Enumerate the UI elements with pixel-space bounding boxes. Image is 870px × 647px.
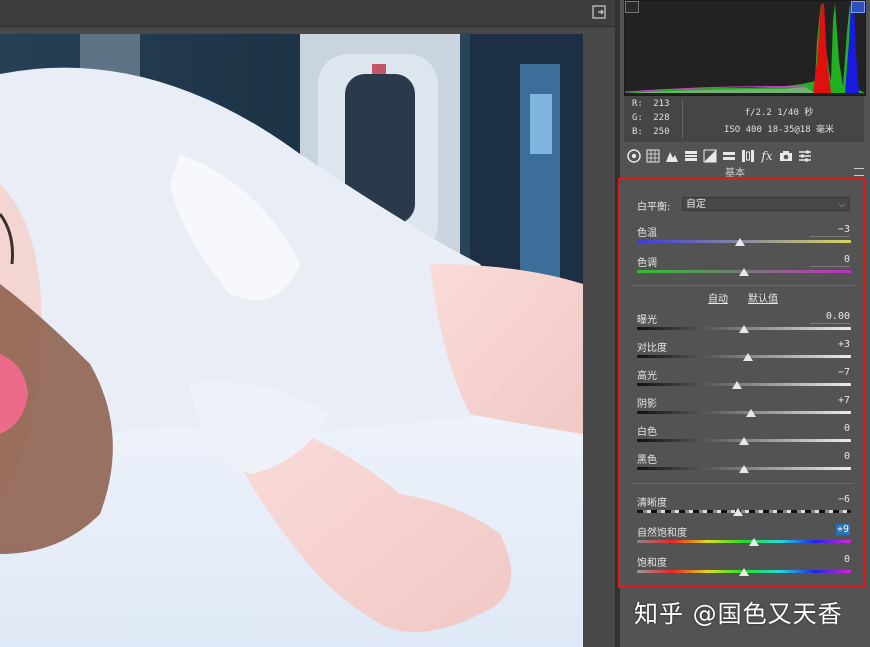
highlight-clipping-indicator[interactable] — [851, 1, 865, 13]
aperture-icon[interactable] — [626, 148, 642, 164]
split-toning-icon[interactable] — [702, 148, 718, 164]
chevron-down-icon: ⌵ — [838, 200, 845, 209]
whites-value[interactable]: 0 — [810, 423, 850, 434]
auto-link[interactable]: 自动 — [708, 290, 728, 305]
clarity-slider-track[interactable] — [637, 510, 851, 513]
saturation-label: 饱和度 — [637, 558, 667, 569]
shadow-clipping-indicator[interactable] — [625, 1, 639, 13]
temperature-slider-thumb[interactable] — [734, 238, 745, 246]
exposure-label: 曝光 — [637, 315, 657, 326]
saturation-slider-thumb[interactable] — [739, 568, 749, 576]
blacks-label: 黑色 — [637, 455, 657, 466]
vibrance-value-text: +9 — [835, 524, 850, 535]
camera-calibration-icon[interactable] — [778, 148, 794, 164]
panel-menu-icon[interactable] — [854, 168, 864, 176]
whites-slider-thumb[interactable] — [739, 437, 749, 445]
exif-iso-focal: ISO 400 18-35@18 毫米 — [723, 125, 835, 135]
highlights-value[interactable]: −7 — [810, 367, 850, 378]
clarity-slider-thumb[interactable] — [732, 508, 743, 516]
histogram — [624, 0, 866, 96]
vibrance-label: 自然饱和度 — [637, 528, 687, 539]
vibrance-slider-track[interactable] — [637, 540, 851, 543]
hsl-icon[interactable] — [683, 148, 699, 164]
transform-icon[interactable] — [740, 148, 756, 164]
shadows-value[interactable]: +7 — [810, 395, 850, 406]
clarity-label: 清晰度 — [637, 498, 667, 509]
saturation-value[interactable]: 0 — [810, 554, 850, 565]
blacks-slider-thumb[interactable] — [739, 465, 749, 473]
contrast-value[interactable]: +3 — [810, 339, 850, 350]
white-balance-select[interactable]: 自定 ⌵ — [682, 197, 850, 211]
exposure-slider-thumb[interactable] — [739, 325, 749, 333]
shadows-slider-track[interactable] — [637, 411, 851, 414]
detail-icon[interactable] — [664, 148, 680, 164]
lens-icon[interactable] — [721, 148, 737, 164]
white-balance-value: 自定 — [686, 199, 706, 210]
whites-label: 白色 — [637, 427, 657, 438]
fit-to-screen-icon[interactable] — [591, 4, 607, 20]
default-link[interactable]: 默认值 — [748, 290, 778, 305]
shadows-slider-thumb[interactable] — [746, 409, 757, 417]
shadows-label: 阴影 — [637, 399, 657, 410]
separator — [632, 483, 854, 484]
tint-label: 色调 — [637, 258, 657, 269]
tint-value[interactable]: 0 — [810, 254, 850, 267]
vibrance-value[interactable]: +9 — [810, 524, 850, 535]
white-balance-label: 白平衡: — [637, 202, 671, 213]
contrast-slider-thumb[interactable] — [743, 353, 754, 361]
info-separator — [682, 100, 683, 138]
blacks-value[interactable]: 0 — [810, 451, 850, 462]
pixel-info-strip: R: 213 G: 228 B: 250 f/2.2 1/40 秒 ISO 40… — [624, 96, 864, 142]
temperature-value[interactable]: −3 — [810, 224, 850, 237]
contrast-label: 对比度 — [637, 343, 667, 354]
rgb-readout-g: G: 228 — [632, 113, 670, 123]
highlights-slider-track[interactable] — [637, 383, 851, 386]
highlights-slider-thumb[interactable] — [731, 381, 742, 389]
separator — [632, 285, 854, 286]
section-header: 基本 — [620, 166, 870, 179]
tone-curve-icon[interactable] — [645, 148, 661, 164]
exif-aperture-shutter: f/2.2 1/40 秒 — [744, 108, 814, 118]
clarity-value[interactable]: −6 — [810, 494, 850, 505]
section-title: 基本 — [725, 168, 745, 179]
photo-preview — [0, 34, 583, 647]
canvas-toolbar — [0, 0, 615, 27]
effects-icon[interactable]: fx — [759, 148, 775, 164]
image-canvas-area — [0, 0, 615, 647]
basic-panel-frame: 白平衡: 自定 ⌵ 色温 −3 色调 0 曝光 0.00 对比度 +3 高光 −7 阴影 +7 白色 0 黑… — [618, 178, 865, 588]
exposure-value[interactable]: 0.00 — [810, 311, 850, 324]
panel-tool-icons: fx — [624, 146, 866, 166]
rgb-readout-b: B: 250 — [632, 127, 670, 137]
presets-icon[interactable] — [797, 148, 813, 164]
vibrance-slider-thumb[interactable] — [748, 538, 759, 546]
rgb-readout-r: R: 213 — [632, 99, 670, 109]
develop-panel: R: 213 G: 228 B: 250 f/2.2 1/40 秒 ISO 40… — [618, 0, 870, 647]
temperature-label: 色温 — [637, 228, 657, 239]
watermark: 知乎 @国色又天香 — [634, 600, 843, 628]
tint-slider-thumb[interactable] — [739, 268, 749, 276]
highlights-label: 高光 — [637, 371, 657, 382]
